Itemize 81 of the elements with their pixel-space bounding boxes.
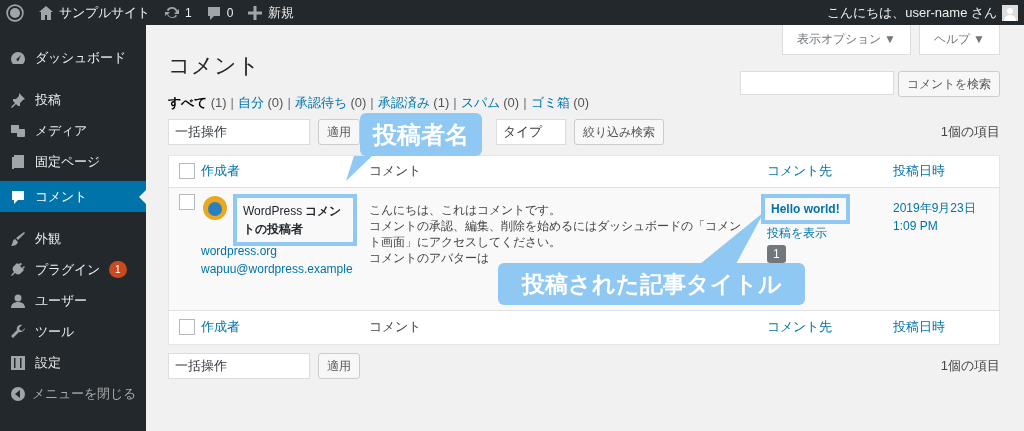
speech-bubble-icon xyxy=(205,4,222,21)
refresh-icon xyxy=(164,4,180,21)
new-menu-link[interactable]: 新規 xyxy=(268,2,295,23)
help-tab[interactable]: ヘルプ ▼ xyxy=(918,25,1000,55)
column-header[interactable]: 投稿日時 xyxy=(893,163,945,179)
sidebar-item[interactable]: ダッシュボード xyxy=(35,47,126,68)
plug-icon xyxy=(10,261,26,278)
column-header[interactable]: 作成者 xyxy=(201,163,240,179)
comment-text: コメントのアバターは xyxy=(369,249,490,266)
separator: | xyxy=(287,95,291,110)
checkbox[interactable] xyxy=(179,163,195,179)
separator: | xyxy=(453,95,457,110)
selection-notch xyxy=(139,190,146,204)
bulk-action-select[interactable]: 一括操作 xyxy=(168,352,310,379)
sidebar-item[interactable]: 設定 xyxy=(35,352,61,373)
avatar-icon xyxy=(1002,4,1018,21)
sidebar-item[interactable]: 固定ページ xyxy=(35,151,100,172)
filter-link[interactable]: 自分 (0) xyxy=(237,95,284,110)
avatar-icon xyxy=(201,193,229,222)
filter-button[interactable]: 絞り込み検索 xyxy=(574,118,664,145)
separator: | xyxy=(370,95,374,110)
time-link[interactable]: 1:09 PM xyxy=(893,216,999,235)
filter-link[interactable]: ゴミ箱 (0) xyxy=(530,95,590,110)
sliders-icon xyxy=(10,354,26,371)
separator: | xyxy=(230,95,234,110)
post-title-link[interactable]: Hello world! xyxy=(761,193,850,224)
search-field[interactable] xyxy=(740,70,894,95)
comment-text: コメントの承認、編集、削除を始めるにはダッシュボードの「コメント画面」にアクセスしてください。 xyxy=(369,217,742,250)
house-icon xyxy=(38,4,54,21)
type-select[interactable]: タイプ xyxy=(496,118,566,145)
greeting-link[interactable]: こんにちは、user-name さん xyxy=(827,2,997,23)
gauge-icon xyxy=(10,49,26,66)
sidebar-item[interactable]: 投稿 xyxy=(35,89,61,110)
person-icon xyxy=(10,292,26,309)
screen-options-tab[interactable]: 表示オプション ▼ xyxy=(781,25,911,55)
brush-icon xyxy=(10,230,26,247)
author-name: WordPress コメントの投稿者 xyxy=(233,193,357,246)
sidebar-item[interactable]: プラグイン xyxy=(35,259,100,280)
collapse-menu-link[interactable]: メニューを閉じる xyxy=(32,383,136,404)
logo-icon xyxy=(6,3,24,22)
count-label[interactable]: 1 xyxy=(185,3,192,22)
filter-link[interactable]: 承認済み (1) xyxy=(377,95,450,110)
page-title: コメント xyxy=(168,55,261,77)
speech-bubble-icon xyxy=(10,188,26,205)
filter-link[interactable]: すべて (1) xyxy=(168,95,227,110)
count-label[interactable]: 0 xyxy=(226,3,234,22)
callout-pointer xyxy=(346,156,372,181)
filter-link[interactable]: スパム (0) xyxy=(460,95,520,110)
column-header[interactable]: 投稿日時 xyxy=(893,319,945,335)
pages-icon xyxy=(10,153,26,170)
comment-text: こんにちは、これはコメントです。 xyxy=(369,201,562,218)
view-post-link[interactable]: 投稿を表示 xyxy=(767,223,893,242)
separator: | xyxy=(523,95,527,110)
media-icon xyxy=(10,122,26,139)
callout-label: 投稿者名 xyxy=(360,113,482,156)
column-header[interactable]: コメント先 xyxy=(767,319,832,335)
sidebar-item[interactable]: 外観 xyxy=(35,228,61,249)
column-header: コメント xyxy=(369,163,421,179)
checkbox[interactable] xyxy=(179,319,195,335)
apply-button[interactable]: 適用 xyxy=(318,118,360,145)
sidebar-item[interactable]: ユーザー xyxy=(35,290,87,311)
bulk-action-select[interactable]: 一括操作 xyxy=(168,118,310,145)
author-email-link[interactable]: wapuu@wordpress.example xyxy=(201,259,363,278)
filter-link[interactable]: 承認待ち (0) xyxy=(294,95,367,110)
search-button[interactable]: コメントを検索 xyxy=(898,70,1000,97)
date-link[interactable]: 2019年9月23日 xyxy=(893,198,999,217)
column-header[interactable]: 作成者 xyxy=(201,319,240,335)
wrench-icon xyxy=(10,323,26,340)
sidebar-item[interactable]: メディア xyxy=(35,120,87,141)
column-header[interactable]: コメント先 xyxy=(767,163,832,179)
pin-icon xyxy=(10,91,26,108)
checkbox[interactable] xyxy=(179,193,195,210)
sidebar-item[interactable]: ツール xyxy=(35,321,74,342)
site-name-link[interactable]: サンプルサイト xyxy=(59,2,150,23)
item-count: 1個の項目 xyxy=(940,122,1000,141)
item-count: 1個の項目 xyxy=(940,356,1000,375)
column-header: コメント xyxy=(369,319,421,335)
plus-icon xyxy=(247,4,264,21)
comment-count-badge[interactable]: 1 xyxy=(767,244,786,263)
count-badge: 1 xyxy=(109,261,127,278)
apply-button[interactable]: 適用 xyxy=(318,352,360,379)
